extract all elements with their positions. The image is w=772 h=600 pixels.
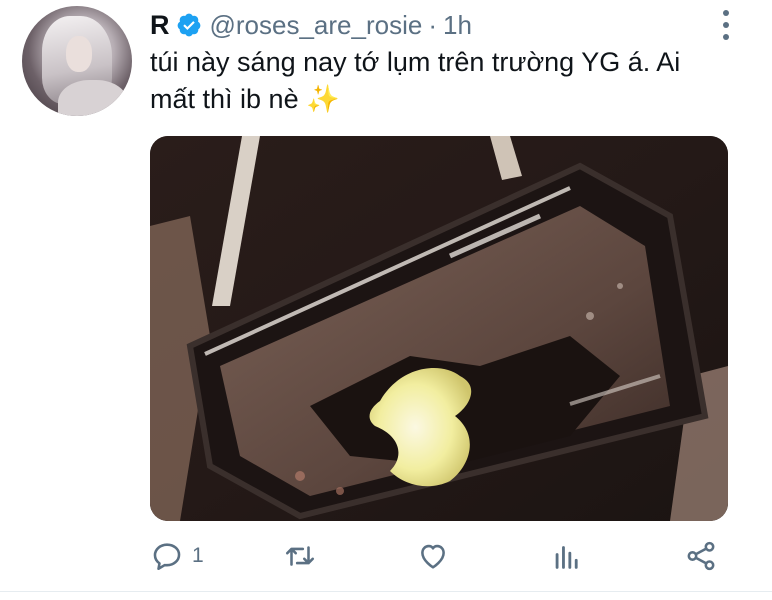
divider — [0, 591, 772, 592]
reply-button[interactable]: 1 — [150, 534, 204, 578]
tweet-text: túi này sáng nay tớ lụm trên trường YG á… — [150, 47, 681, 114]
tweet-time[interactable]: 1h — [443, 10, 472, 41]
tweet-image[interactable] — [150, 136, 728, 521]
share-button[interactable] — [684, 534, 718, 578]
analytics-icon — [555, 546, 578, 569]
bag-photo — [150, 136, 728, 521]
analytics-button[interactable] — [550, 534, 584, 578]
separator-dot: · — [428, 9, 437, 40]
retweet-button[interactable] — [283, 534, 325, 578]
avatar[interactable] — [22, 6, 132, 116]
more-vertical-icon[interactable] — [716, 8, 736, 42]
display-name[interactable]: R — [150, 10, 170, 41]
avatar-shoulder — [58, 80, 128, 116]
verified-badge-icon — [177, 13, 200, 37]
retweet-icon — [285, 546, 315, 566]
like-icon — [421, 544, 445, 569]
tweet-actions: 1 — [150, 534, 730, 578]
share-icon — [687, 541, 715, 571]
user-handle[interactable]: @roses_are_rosie — [210, 10, 423, 41]
tweet-header: R @roses_are_rosie · 1h — [150, 8, 472, 42]
reply-count: 1 — [192, 544, 204, 567]
avatar-face — [66, 36, 92, 72]
like-button[interactable] — [416, 534, 458, 578]
reply-icon — [153, 543, 181, 571]
